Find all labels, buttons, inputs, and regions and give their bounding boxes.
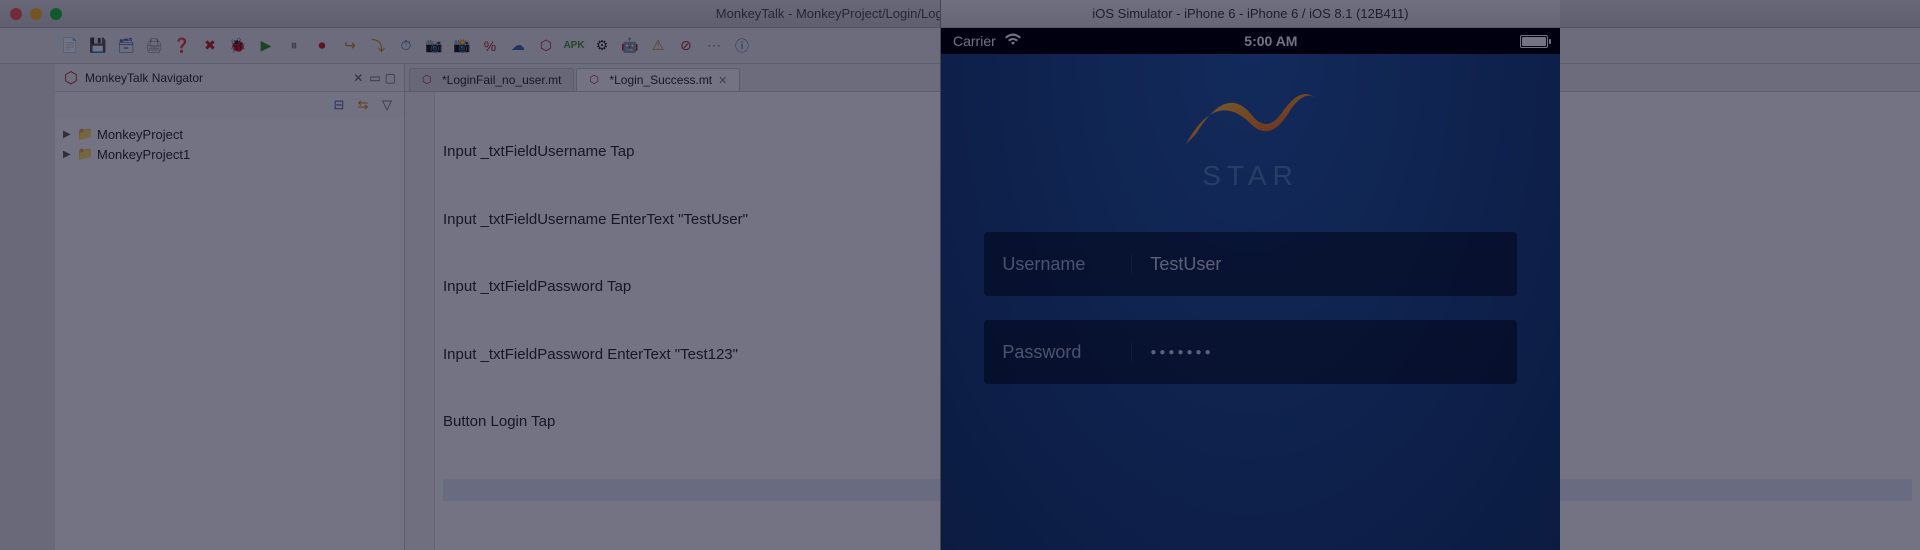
record-icon[interactable]: ⏺: [312, 36, 332, 56]
save-icon[interactable]: 💾: [88, 36, 108, 56]
link-editor-icon[interactable]: ⇆: [354, 96, 372, 114]
settings-icon[interactable]: ⚙: [592, 36, 612, 56]
password-row: Password ●●●●●●●: [984, 320, 1516, 384]
stop-icon[interactable]: ✖: [200, 36, 220, 56]
password-input[interactable]: Password ●●●●●●●: [984, 320, 1516, 384]
print-icon[interactable]: 🖨: [144, 36, 164, 56]
apk-icon[interactable]: APK: [564, 36, 584, 56]
maximize-view-icon[interactable]: ▢: [385, 71, 396, 85]
tab-close-icon[interactable]: ✕: [718, 74, 727, 87]
expand-arrow-icon[interactable]: ▶: [63, 149, 73, 160]
warning-icon[interactable]: ⚠: [648, 36, 668, 56]
simulator-title: iOS Simulator - iPhone 6 - iPhone 6 / iO…: [941, 0, 1560, 28]
battery-icon: [1520, 35, 1548, 48]
percent-icon[interactable]: %: [480, 36, 500, 56]
navigator-close-icon[interactable]: ✕: [353, 71, 363, 85]
tree-item-label: MonkeyProject1: [97, 147, 190, 162]
play-icon[interactable]: ▶: [256, 36, 276, 56]
wifi-icon: [1004, 32, 1022, 50]
file-icon: ⬡: [422, 73, 436, 87]
collapse-all-icon[interactable]: ⊟: [330, 96, 348, 114]
tree-item-project[interactable]: ▶ 📁 MonkeyProject: [55, 124, 404, 144]
carrier-label: Carrier: [953, 33, 996, 49]
monkeytalk-icon: ⬡: [63, 70, 79, 86]
navigator-panel: ⬡ MonkeyTalk Navigator ✕ ▭ ▢ ⊟ ⇆ ▽ ▶ 📁 M…: [55, 64, 405, 550]
navigator-minmax: ▭ ▢: [369, 71, 396, 85]
expand-arrow-icon[interactable]: ▶: [63, 129, 73, 140]
app-logo: STAR: [1181, 84, 1321, 192]
app-screen: STAR Username TestUser Password ●●●●●●●: [941, 54, 1560, 550]
star-swoosh-icon: [1181, 84, 1321, 154]
device-screen: Carrier 5:00 AM: [941, 28, 1560, 550]
left-gutter: [0, 64, 55, 550]
navigator-title: MonkeyTalk Navigator: [85, 71, 343, 85]
password-label: Password: [1002, 342, 1132, 363]
tab-label: *LoginFail_no_user.mt: [442, 73, 561, 87]
minimize-view-icon[interactable]: ▭: [369, 71, 380, 85]
username-input[interactable]: Username TestUser: [984, 232, 1516, 296]
tree-item-project[interactable]: ▶ 📁 MonkeyProject1: [55, 144, 404, 164]
navigator-header: ⬡ MonkeyTalk Navigator ✕ ▭ ▢: [55, 64, 404, 92]
editor-tab-loginsuccess[interactable]: ⬡ *Login_Success.mt ✕: [576, 68, 740, 91]
project-folder-icon: 📁: [77, 146, 93, 162]
file-icon: ⬡: [589, 73, 603, 87]
username-label: Username: [1002, 254, 1132, 275]
tree-item-label: MonkeyProject: [97, 127, 183, 142]
editor-tab-loginfail[interactable]: ⬡ *LoginFail_no_user.mt: [409, 68, 574, 91]
pause-icon[interactable]: ⏸: [284, 36, 304, 56]
project-tree: ▶ 📁 MonkeyProject ▶ 📁 MonkeyProject1: [55, 118, 404, 170]
hexagon-icon[interactable]: ⬡: [536, 36, 556, 56]
ios-status-bar: Carrier 5:00 AM: [941, 28, 1560, 54]
view-menu-icon[interactable]: ▽: [378, 96, 396, 114]
step-icon[interactable]: ↪: [340, 36, 360, 56]
ios-simulator-window: iOS Simulator - iPhone 6 - iPhone 6 / iO…: [940, 0, 1560, 550]
help-icon[interactable]: ❓: [172, 36, 192, 56]
navigator-toolbar: ⊟ ⇆ ▽: [55, 92, 404, 118]
snapshot-icon[interactable]: 📸: [452, 36, 472, 56]
cancel-icon[interactable]: ⊘: [676, 36, 696, 56]
username-row: Username TestUser: [984, 232, 1516, 296]
android-icon[interactable]: 🤖: [620, 36, 640, 56]
project-folder-icon: 📁: [77, 126, 93, 142]
info-icon[interactable]: ⓘ: [732, 36, 752, 56]
timer-icon[interactable]: ⏱: [396, 36, 416, 56]
line-gutter: [405, 92, 435, 550]
username-value: TestUser: [1132, 254, 1498, 275]
step-over-icon[interactable]: ⤵: [368, 36, 388, 56]
new-icon[interactable]: 📄: [60, 36, 80, 56]
more-icon[interactable]: ⋯: [704, 36, 724, 56]
app-brand-text: STAR: [1202, 160, 1299, 192]
camera-icon[interactable]: 📷: [424, 36, 444, 56]
status-time: 5:00 AM: [1022, 33, 1520, 49]
save-all-icon[interactable]: 🗃: [116, 36, 136, 56]
cloud-icon[interactable]: ☁: [508, 36, 528, 56]
tab-label: *Login_Success.mt: [609, 73, 712, 87]
password-value: ●●●●●●●: [1132, 347, 1498, 358]
debug-icon[interactable]: 🐞: [228, 36, 248, 56]
